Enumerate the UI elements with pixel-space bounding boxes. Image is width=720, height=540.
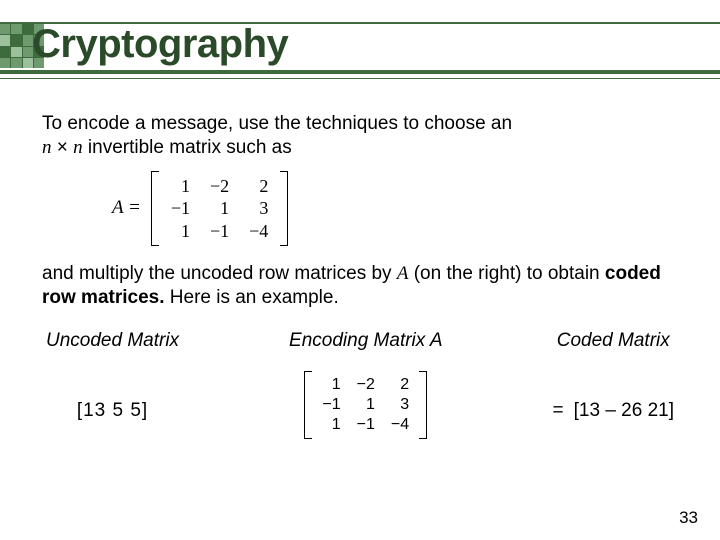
matA-r2c1: −1	[200, 220, 239, 243]
matA-r2c0: 1	[161, 220, 200, 243]
p1-line1: To encode a message, use the techniques …	[42, 113, 512, 134]
encoding-column: Encoding Matrix A 1−22 −113 1−1−4	[289, 329, 442, 439]
enc-r2c0: 1	[314, 415, 348, 435]
p1-tail: invertible matrix such as	[83, 137, 292, 158]
example-row: Uncoded Matrix [13 5 5] Encoding Matrix …	[42, 329, 678, 439]
matA-r1c1: 1	[200, 197, 239, 220]
uncoded-matrix-value: [13 5 5]	[77, 399, 148, 423]
matA-r0c2: 2	[239, 175, 278, 198]
coded-matrix-value: [13 – 26 21]	[574, 399, 674, 423]
enc-r2c2: −4	[383, 415, 417, 435]
enc-r2c1: −1	[349, 415, 383, 435]
encoding-matrix-bracket: 1−22 −113 1−1−4	[304, 371, 427, 439]
content-area: To encode a message, use the techniques …	[0, 90, 720, 439]
enc-r0c2: 2	[383, 375, 417, 395]
matrix-A-table: 1−22 −113 1−1−4	[161, 175, 278, 243]
encoding-matrix-table: 1−22 −113 1−1−4	[314, 375, 417, 435]
paragraph-2: and multiply the uncoded row matrices by…	[42, 262, 678, 311]
coded-column: Coded Matrix = [13 – 26 21]	[553, 329, 674, 424]
p1-n2: n	[73, 137, 83, 158]
enc-r1c0: −1	[314, 395, 348, 415]
enc-r0c0: 1	[314, 375, 348, 395]
enc-r1c2: 3	[383, 395, 417, 415]
encoding-header: Encoding Matrix A	[289, 329, 442, 353]
matrix-A-bracket: 1−22 −113 1−1−4	[151, 171, 288, 247]
p2-c: Here is an example.	[165, 287, 339, 308]
matrix-A-definition: A = 1−22 −113 1−1−4	[112, 171, 678, 247]
page-number: 33	[679, 508, 698, 528]
p2-A: A	[397, 263, 409, 284]
matA-r2c2: −4	[239, 220, 278, 243]
title-underline-thin	[0, 78, 720, 79]
uncoded-column: Uncoded Matrix [13 5 5]	[46, 329, 179, 424]
enc-r1c1: 1	[349, 395, 383, 415]
matA-r0c0: 1	[161, 175, 200, 198]
page-title: Cryptography	[32, 22, 288, 67]
paragraph-1: To encode a message, use the techniques …	[42, 112, 678, 161]
matA-r1c2: 3	[239, 197, 278, 220]
coded-header: Coded Matrix	[557, 329, 670, 353]
p2-a: and multiply the uncoded row matrices by	[42, 263, 397, 284]
matA-r0c1: −2	[200, 175, 239, 198]
enc-r0c1: −2	[349, 375, 383, 395]
equals-sign: =	[553, 399, 564, 423]
p2-b: (on the right) to obtain	[408, 263, 604, 284]
uncoded-header: Uncoded Matrix	[46, 329, 179, 353]
matA-r1c0: −1	[161, 197, 200, 220]
title-underline-thick	[0, 70, 720, 74]
p1-n1: n	[42, 137, 52, 158]
p1-times: ×	[52, 137, 74, 158]
coded-matrix-line: = [13 – 26 21]	[553, 399, 674, 423]
slide-header: Cryptography	[0, 0, 720, 90]
matrix-A-label: A =	[112, 196, 141, 220]
